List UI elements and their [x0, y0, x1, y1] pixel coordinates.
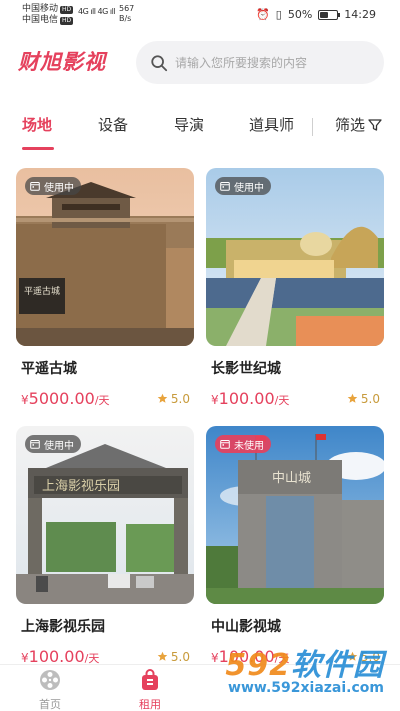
- nav-home[interactable]: 首页: [20, 669, 80, 711]
- listing-image[interactable]: 中山城 未使用: [206, 426, 384, 604]
- star-icon: [157, 651, 168, 661]
- listing-meta: ¥100.00/天 5.0: [211, 389, 384, 408]
- alarm-icon: ⏰: [256, 8, 270, 21]
- app-logo: 财旭影视: [18, 50, 106, 74]
- nav-rent-label: 租用: [139, 698, 161, 711]
- calendar-icon: [220, 440, 230, 449]
- listing-rating: 5.0: [347, 392, 380, 406]
- search-icon: [151, 54, 168, 71]
- status-badge: 使用中: [215, 177, 271, 195]
- price-unit: /天: [94, 394, 110, 407]
- filter-button[interactable]: 筛选: [335, 114, 382, 135]
- speed-unit: B/s: [119, 14, 132, 23]
- watermark-brand-text: 软件园: [291, 648, 384, 683]
- listing-rating: 5.0: [157, 392, 190, 406]
- listing-card[interactable]: 中山城 未使用 中山影视城 ¥100.00/天 5.0: [206, 426, 384, 666]
- status-badge: 使用中: [25, 177, 81, 195]
- listing-meta: ¥5000.00/天 5.0: [21, 389, 194, 408]
- listing-name[interactable]: 上海影视乐园: [21, 616, 194, 636]
- listing-image[interactable]: 使用中: [206, 168, 384, 346]
- svg-text:上海影视乐园: 上海影视乐园: [42, 479, 120, 494]
- carrier-info: 中国移动 HD 中国电信 HD: [22, 4, 74, 26]
- tab-director[interactable]: 导演: [174, 114, 204, 135]
- battery-icon: [318, 9, 341, 20]
- category-tabs: 场地 设备 导演 道具师 筛选: [0, 110, 400, 152]
- filter-icon: [368, 118, 382, 131]
- watermark-brand: 592软件园: [225, 640, 384, 684]
- listing-card[interactable]: 上海影视乐园 使用中 上海影视乐园 ¥100.00/天 5.0: [16, 426, 194, 666]
- tab-venue[interactable]: 场地: [22, 114, 52, 135]
- carrier-2: 中国电信: [22, 15, 59, 25]
- currency-symbol: ¥: [21, 651, 29, 665]
- watermark-url: www.592xiazai.com: [228, 680, 384, 696]
- listing-price: ¥5000.00/天: [21, 389, 110, 408]
- status-label: 使用中: [234, 182, 264, 194]
- nav-home-label: 首页: [39, 698, 61, 711]
- status-right: ⏰ ▯ 50% 14:29: [256, 8, 376, 21]
- star-icon: [157, 393, 168, 403]
- rating-value: 5.0: [170, 391, 190, 406]
- status-badge: 未使用: [215, 435, 271, 453]
- status-label: 使用中: [44, 182, 74, 194]
- site-watermark: 592软件园 www.592xiazai.com: [188, 640, 388, 702]
- listing-rating: 5.0: [157, 650, 190, 664]
- status-bar: 中国移动 HD 中国电信 HD 4G ıll 4G ıll 567 B/s ⏰ ▯ …: [0, 0, 400, 30]
- active-tab-indicator: [22, 147, 54, 150]
- watermark-brand-number: 592: [225, 648, 291, 683]
- network-speed: 567 B/s: [119, 4, 134, 24]
- rating-value: 5.0: [360, 391, 380, 406]
- listing-price: ¥100.00/天: [211, 389, 289, 408]
- listing-card[interactable]: 平遥古城 使用中 平遥古城 ¥5000.00/天 5.0: [16, 168, 194, 408]
- calendar-icon: [220, 182, 230, 191]
- vibrate-icon: ▯: [275, 8, 282, 21]
- currency-symbol: ¥: [21, 393, 29, 407]
- hd-badge: HD: [60, 16, 74, 25]
- listing-card[interactable]: 使用中 长影世纪城 ¥100.00/天 5.0: [206, 168, 384, 408]
- listing-image[interactable]: 平遥古城 使用中: [16, 168, 194, 346]
- tab-prop-master[interactable]: 道具师: [249, 114, 294, 135]
- hd-badge: HD: [60, 5, 74, 14]
- film-reel-icon: [40, 670, 60, 690]
- listing-image[interactable]: 上海影视乐园 使用中: [16, 426, 194, 604]
- app-screen: 中国移动 HD 中国电信 HD 4G ıll 4G ıll 567 B/s ⏰ ▯ …: [0, 0, 400, 711]
- nav-rent[interactable]: 租用: [120, 669, 180, 711]
- search-bar[interactable]: [136, 41, 384, 84]
- listing-name[interactable]: 长影世纪城: [211, 358, 384, 378]
- listing-name[interactable]: 平遥古城: [21, 358, 194, 378]
- listing-name[interactable]: 中山影视城: [211, 616, 384, 636]
- carrier-1: 中国移动: [22, 4, 59, 14]
- clock: 14:29: [344, 8, 376, 21]
- speed-value: 567: [119, 4, 135, 13]
- bag-icon: [142, 669, 158, 690]
- search-input[interactable]: [175, 55, 365, 70]
- status-label: 未使用: [234, 440, 264, 452]
- price-value: 5000.00: [28, 389, 95, 408]
- signal-icon: 4G ıll 4G ıll: [78, 7, 116, 16]
- status-label: 使用中: [44, 440, 74, 452]
- price-value: 100.00: [218, 389, 275, 408]
- tab-divider: [312, 118, 313, 136]
- currency-symbol: ¥: [211, 393, 219, 407]
- svg-text:平遥古城: 平遥古城: [24, 285, 60, 297]
- tab-equipment[interactable]: 设备: [98, 114, 128, 135]
- calendar-icon: [30, 440, 40, 449]
- status-badge: 使用中: [25, 435, 81, 453]
- price-unit: /天: [274, 394, 290, 407]
- svg-text:中山城: 中山城: [272, 471, 311, 486]
- filter-label: 筛选: [335, 116, 366, 134]
- star-icon: [347, 393, 358, 403]
- calendar-icon: [30, 182, 40, 191]
- battery-percent: 50%: [287, 8, 313, 21]
